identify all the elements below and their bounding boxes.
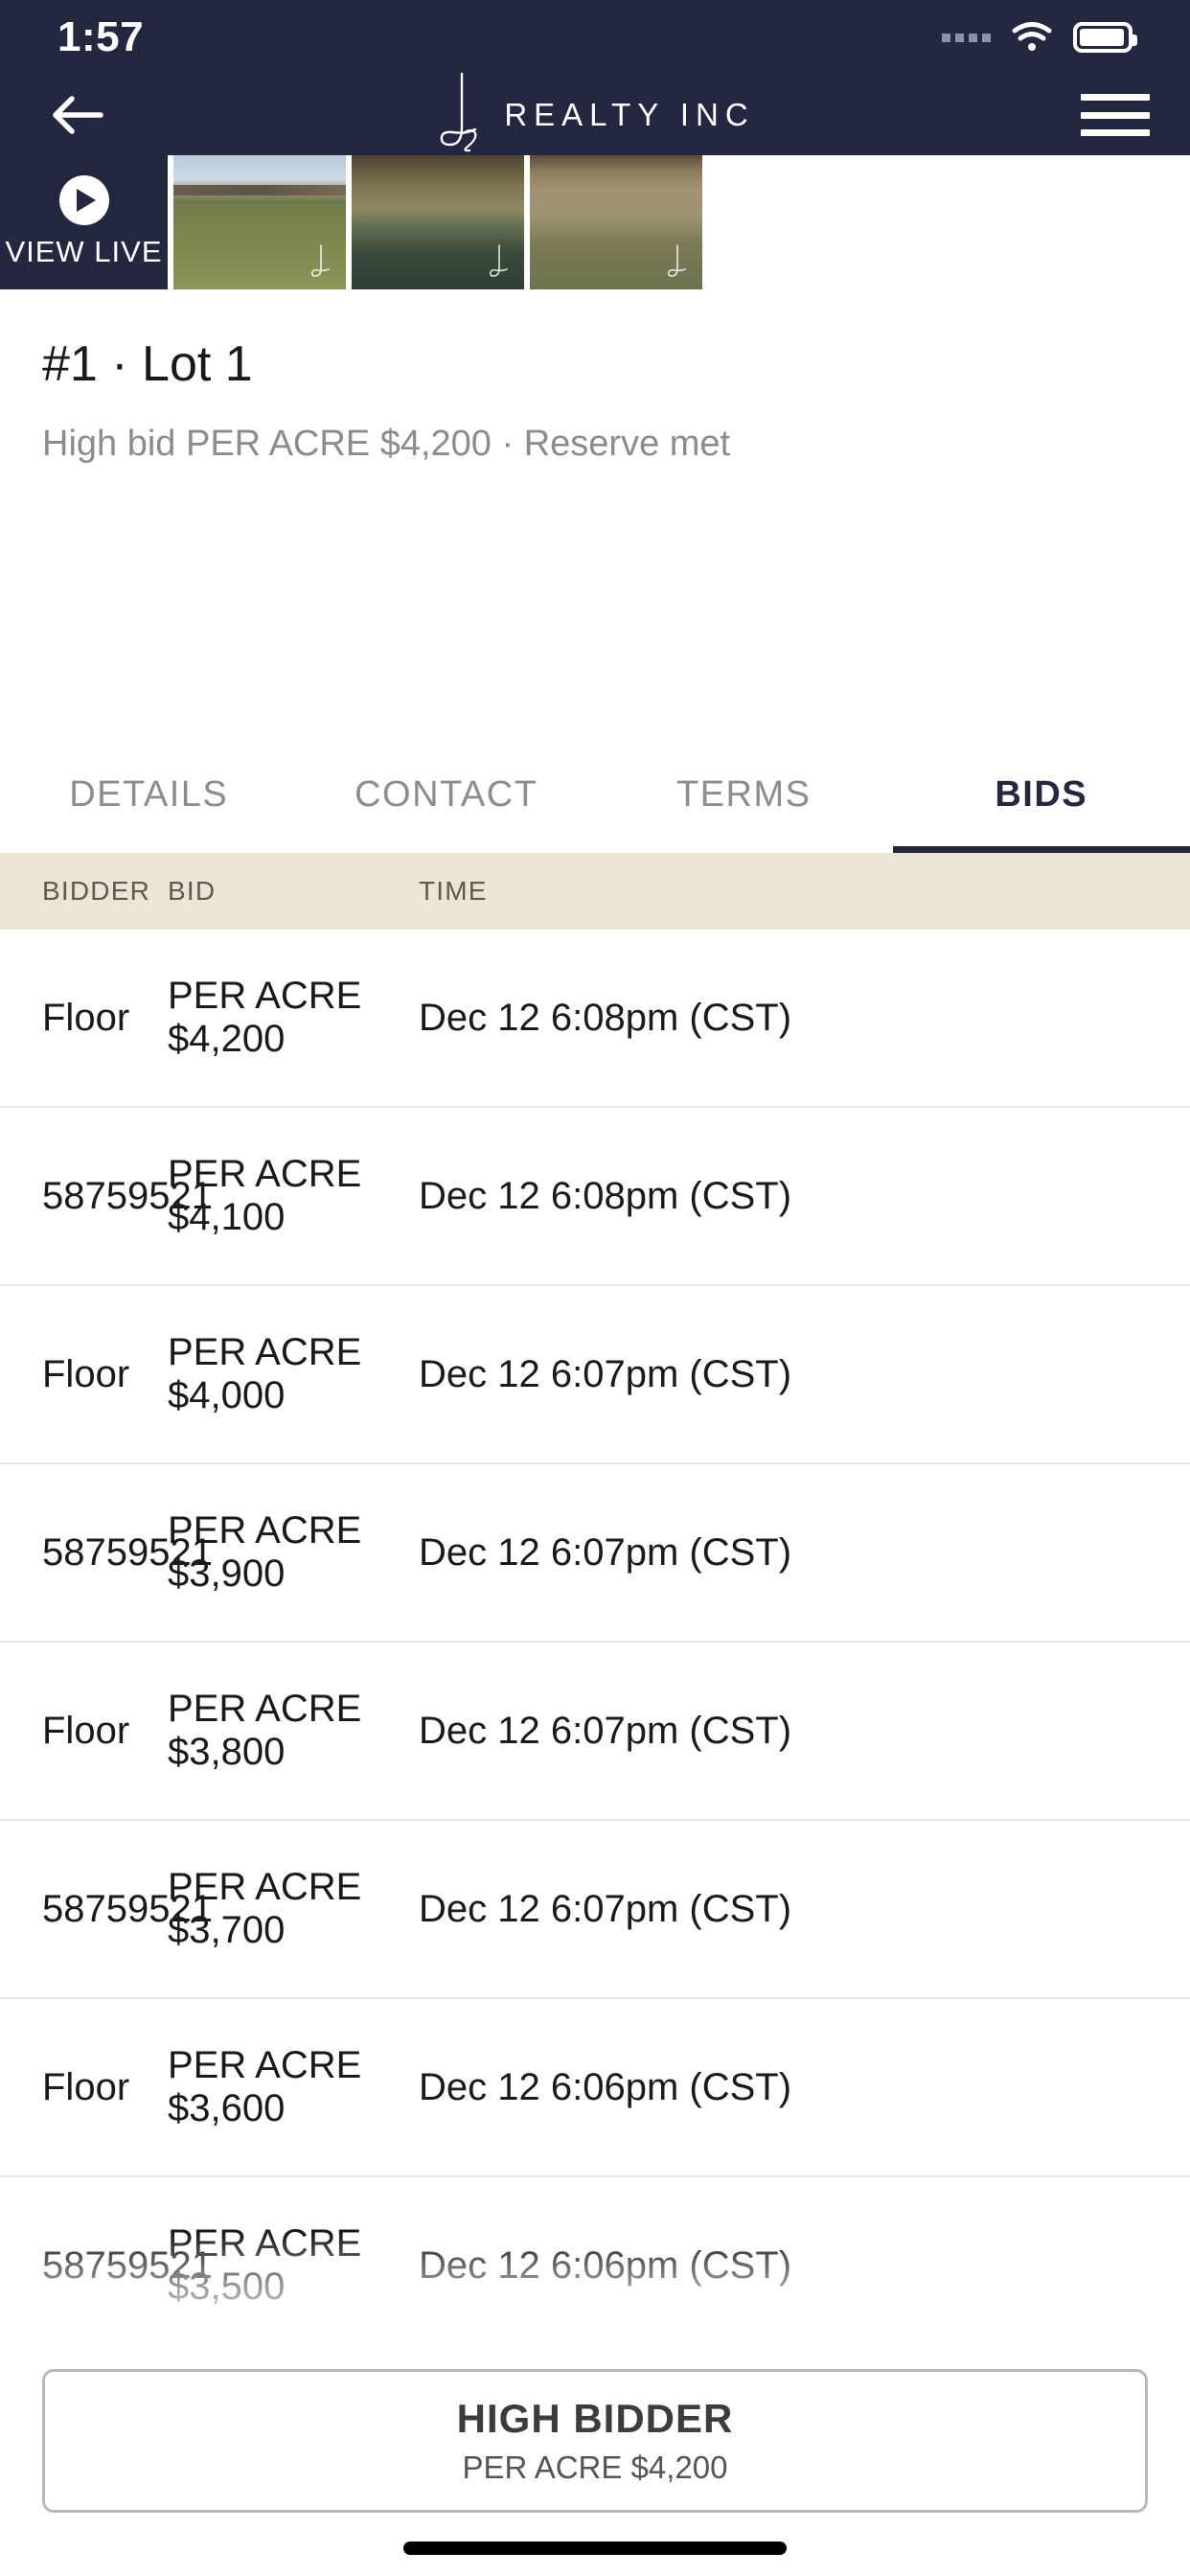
view-live-tile[interactable]: VIEW LIVE [0, 155, 168, 289]
column-header-bid: BID [168, 876, 217, 906]
bid-row-amount: PER ACRE $4,200 [168, 975, 362, 1060]
bid-row-bidder: Floor [42, 1709, 130, 1752]
bid-row-time: Dec 12 6:07pm (CST) [419, 1887, 792, 1930]
bid-row-time: Dec 12 6:08pm (CST) [419, 1174, 792, 1217]
watermark-icon [308, 243, 332, 282]
bid-row-amount: PER ACRE $4,000 [168, 1331, 362, 1416]
view-live-label: VIEW LIVE [5, 235, 163, 268]
bid-row-time: Dec 12 6:07pm (CST) [419, 1352, 792, 1395]
battery-full-icon [1073, 22, 1137, 53]
status-icons [942, 22, 1137, 53]
play-icon [58, 175, 109, 225]
status-bar: 1:57 [0, 0, 1190, 75]
high-bidder-button[interactable]: HIGH BIDDER PER ACRE $4,200 [42, 2369, 1148, 2513]
tab-label: DETAILS [69, 774, 229, 815]
bid-row-bidder: 58759521 [42, 1174, 213, 1217]
bid-row-bidder: Floor [42, 2065, 130, 2108]
bid-row-amount: PER ACRE $3,500 [168, 2222, 362, 2308]
column-header-time: TIME [419, 876, 488, 906]
bid-row-bidder: 58759521 [42, 1530, 213, 1574]
lot-title: #1 · Lot 1 [42, 336, 253, 392]
table-row: 58759521 PER ACRE $4,100 Dec 12 6:08pm (CS… [0, 1108, 1190, 1286]
back-button[interactable] [40, 78, 115, 152]
bid-row-amount: PER ACRE $4,100 [168, 1153, 362, 1238]
nav-bar: REALTY INC [0, 72, 1190, 158]
signal-dots-icon [942, 33, 991, 42]
bottom-bar: HIGH BIDDER PER ACRE $4,200 [0, 2348, 1190, 2576]
bid-row-time: Dec 12 6:07pm (CST) [419, 1709, 792, 1752]
media-thumbnail[interactable] [530, 155, 702, 289]
hamburger-menu-icon[interactable] [1081, 86, 1150, 144]
tab-label: TERMS [676, 774, 812, 815]
bid-row-amount: PER ACRE $3,800 [168, 1688, 362, 1773]
bid-row-time: Dec 12 6:06pm (CST) [419, 2243, 792, 2287]
tab-terms[interactable]: TERMS [595, 738, 893, 853]
bid-row-time: Dec 12 6:07pm (CST) [419, 1530, 792, 1574]
tab-bar: DETAILS CONTACT TERMS BIDS [0, 738, 1190, 853]
tab-label: BIDS [995, 774, 1088, 815]
high-bidder-status: HIGH BIDDER [456, 2396, 734, 2441]
bid-row-bidder: Floor [42, 1352, 130, 1395]
table-row: Floor PER ACRE $3,800 Dec 12 6:07pm (CST) [0, 1643, 1190, 1821]
column-header-bidder: BIDDER [42, 876, 150, 906]
wifi-icon [1012, 22, 1052, 53]
bid-row-time: Dec 12 6:08pm (CST) [419, 996, 792, 1039]
tab-bids[interactable]: BIDS [892, 738, 1190, 853]
table-row: 58759521 PER ACRE $3,900 Dec 12 6:07pm (CS… [0, 1464, 1190, 1643]
watermark-icon [486, 243, 511, 282]
media-thumbnail[interactable] [173, 155, 346, 289]
high-bidder-amount: PER ACRE $4,200 [462, 2450, 728, 2485]
tab-label: CONTACT [355, 774, 538, 815]
bids-table-header: BIDDER BID TIME [0, 853, 1190, 930]
script-monogram-icon [429, 72, 491, 158]
bid-row-bidder: Floor [42, 996, 130, 1039]
arrow-left-icon [53, 96, 103, 134]
status-time: 1:57 [57, 13, 145, 60]
bid-row-time: Dec 12 6:06pm (CST) [419, 2065, 792, 2108]
table-row: Floor PER ACRE $4,000 Dec 12 6:07pm (CST) [0, 1286, 1190, 1464]
tab-contact[interactable]: CONTACT [298, 738, 596, 853]
table-row: 58759521 PER ACRE $3,700 Dec 12 6:07pm (CS… [0, 1821, 1190, 1999]
table-row: Floor PER ACRE $4,200 Dec 12 6:08pm (CST) [0, 930, 1190, 1108]
bids-table-body[interactable]: Floor PER ACRE $4,200 Dec 12 6:08pm (CST) 5… [0, 930, 1190, 2348]
app-screen: 1:57 REALTY INC VIEW LIVE #1 · Lot 1 Hig… [0, 0, 1190, 2576]
bid-row-amount: PER ACRE $3,900 [168, 1509, 362, 1595]
bid-row-amount: PER ACRE $3,700 [168, 1866, 362, 1951]
tab-details[interactable]: DETAILS [0, 738, 298, 853]
bid-row-bidder: 58759521 [42, 1887, 213, 1930]
media-carousel[interactable]: VIEW LIVE [0, 155, 1190, 289]
brand-logo[interactable]: REALTY INC [429, 72, 754, 158]
media-thumbnail[interactable] [352, 155, 524, 289]
brand-name: REALTY INC [504, 97, 755, 132]
bid-row-amount: PER ACRE $3,600 [168, 2044, 362, 2129]
lot-header: #1 · Lot 1 High bid PER ACRE $4,200 · Re… [0, 289, 1190, 465]
watermark-icon [664, 243, 689, 282]
home-indicator [403, 2542, 787, 2555]
lot-subtitle: High bid PER ACRE $4,200 · Reserve met [42, 424, 731, 464]
bid-row-bidder: 58759521 [42, 2243, 213, 2287]
table-row: Floor PER ACRE $3,600 Dec 12 6:06pm (CST) [0, 1999, 1190, 2177]
table-row: 58759521 PER ACRE $3,500 Dec 12 6:06pm (CS… [0, 2177, 1190, 2348]
